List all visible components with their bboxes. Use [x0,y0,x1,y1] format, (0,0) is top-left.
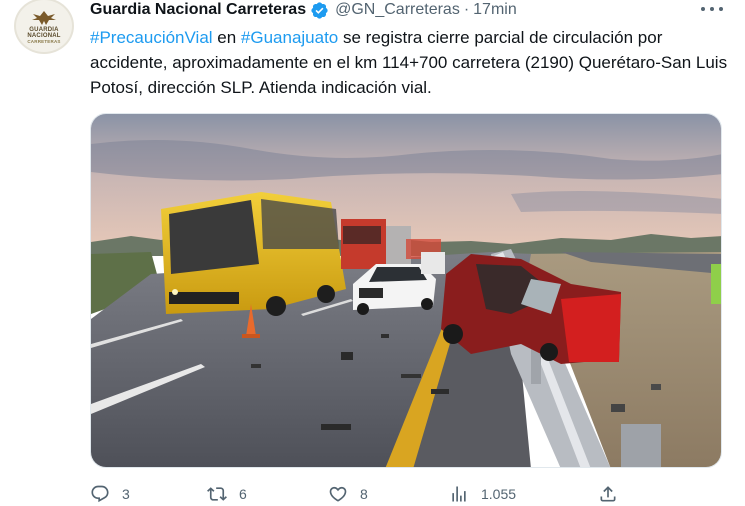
like-button[interactable]: 8 [328,484,368,504]
account-avatar[interactable]: GUARDIA NACIONAL CARRETERAS [14,0,74,54]
tweet-photo[interactable] [90,113,722,468]
tweet-text: #PrecauciónVial en #Guanajuato se regist… [90,25,730,100]
tweet-text-segment: en [212,28,241,47]
reply-count: 3 [122,486,130,502]
more-dot-icon [701,7,705,11]
tweet-header: Guardia Nacional Carreteras @GN_Carreter… [90,0,517,20]
tweet-actions: 3 6 8 1.055 [90,484,720,506]
logo-text-line3: CARRETERAS [27,39,61,44]
more-dot-icon [719,7,723,11]
heart-icon [329,486,347,502]
analytics-icon [452,486,466,502]
more-options-button[interactable] [701,0,723,18]
hashtag-link[interactable]: #Guanajuato [241,28,338,47]
retweet-button[interactable]: 6 [207,484,247,504]
reply-icon [91,485,109,503]
account-handle[interactable]: @GN_Carreteras [335,1,460,19]
like-count: 8 [360,486,368,502]
retweet-count: 6 [239,486,247,502]
retweet-icon [207,487,227,501]
share-icon [600,486,616,502]
reply-button[interactable]: 3 [90,484,130,504]
tweet-timestamp[interactable]: 17min [473,1,517,19]
eagle-emblem-icon [32,11,56,25]
display-name[interactable]: Guardia Nacional Carreteras [90,1,306,19]
more-dot-icon [710,7,714,11]
header-separator: · [463,1,470,18]
accident-scene-image [91,114,721,467]
views-count: 1.055 [481,486,517,502]
hashtag-link[interactable]: #PrecauciónVial [90,28,213,47]
views-button[interactable]: 1.055 [449,484,516,504]
share-button[interactable] [598,484,618,504]
verified-badge-icon [311,1,328,19]
